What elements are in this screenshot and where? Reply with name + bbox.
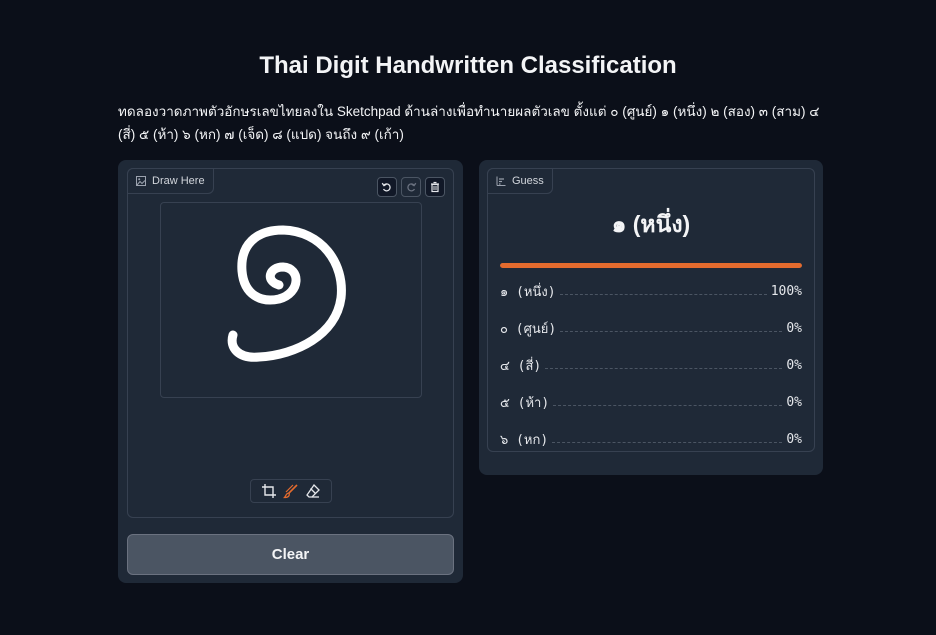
confidence-leader xyxy=(552,442,783,443)
trash-icon xyxy=(431,181,439,193)
confidence-value: 0% xyxy=(786,358,802,373)
confidence-value: 0% xyxy=(786,432,802,447)
confidence-row: ๔ (สี่) 0% xyxy=(500,347,802,384)
confidence-leader xyxy=(560,331,783,332)
sketchpad-block: Draw Here xyxy=(127,168,454,518)
sketchpad-label-text: Draw Here xyxy=(152,175,205,187)
bar-chart-icon xyxy=(496,176,506,186)
confidence-label: ๖ (หก) xyxy=(500,433,549,448)
crop-icon[interactable] xyxy=(261,483,277,499)
result-label-text: Guess xyxy=(512,175,544,187)
canvas-toolbar xyxy=(377,177,445,197)
confidence-row: ๐ (ศูนย์) 0% xyxy=(500,310,802,347)
result-panel: Guess ๑ (หนึ่ง) ๑ (หนึ่ง) 100% ๐ (ศูนย์)… xyxy=(479,160,823,475)
drawing-canvas[interactable] xyxy=(160,202,422,398)
confidence-value: 100% xyxy=(770,284,802,299)
confidence-value: 0% xyxy=(786,395,802,410)
predicted-label: ๑ (หนึ่ง) xyxy=(611,211,691,237)
result-label: Guess xyxy=(487,168,553,194)
handwritten-digit-stroke xyxy=(227,225,346,362)
confidence-leader xyxy=(545,368,783,369)
confidence-label: ๕ (ห้า) xyxy=(500,396,550,411)
confidence-row: ๑ (หนึ่ง) 100% xyxy=(500,273,802,310)
result-block: Guess ๑ (หนึ่ง) ๑ (หนึ่ง) 100% ๐ (ศูนย์)… xyxy=(487,168,815,452)
image-icon xyxy=(136,176,146,186)
undo-icon xyxy=(381,182,391,192)
page-title: Thai Digit Handwritten Classification xyxy=(259,52,677,79)
brush-toolbar xyxy=(250,479,332,503)
confidence-label: ๔ (สี่) xyxy=(500,359,542,374)
clear-button[interactable]: Clear xyxy=(127,534,454,575)
confidence-row: ๖ (หก) 0% xyxy=(500,421,802,458)
confidence-label: ๐ (ศูนย์) xyxy=(500,322,557,337)
confidence-row: ๕ (ห้า) 0% xyxy=(500,384,802,421)
top-confidence-bar xyxy=(500,263,802,268)
confidence-label: ๑ (หนึ่ง) xyxy=(500,285,556,300)
brush-icon[interactable] xyxy=(283,483,299,499)
sketchpad-panel: Draw Here Clear xyxy=(118,160,463,583)
sketchpad-label: Draw Here xyxy=(127,168,214,194)
confidence-leader xyxy=(553,405,783,406)
eraser-icon[interactable] xyxy=(305,483,321,499)
undo-button[interactable] xyxy=(377,177,397,197)
confidence-leader xyxy=(559,294,767,295)
redo-icon xyxy=(407,182,417,192)
confidence-value: 0% xyxy=(786,321,802,336)
confidence-list: ๑ (หนึ่ง) 100% ๐ (ศูนย์) 0% ๔ (สี่) 0% ๕… xyxy=(500,273,802,458)
page-description: ทดลองวาดภาพตัวอักษรเลขไทยลงใน Sketchpad … xyxy=(118,104,820,142)
top-confidence-bar-fill xyxy=(500,263,802,268)
delete-button[interactable] xyxy=(425,177,445,197)
redo-button[interactable] xyxy=(401,177,421,197)
